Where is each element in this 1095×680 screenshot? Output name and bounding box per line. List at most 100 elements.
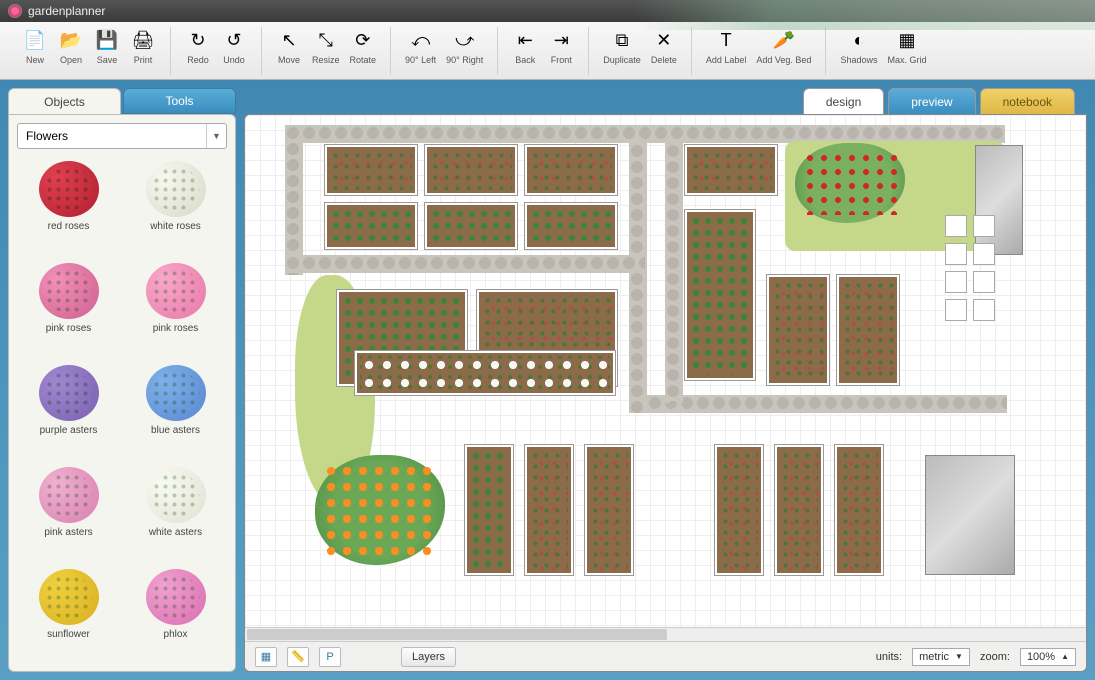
veg-bed[interactable] <box>837 275 899 385</box>
90-left-icon: ⤺ <box>409 29 433 53</box>
grid-toggle-icon[interactable]: ▦ <box>255 647 277 667</box>
rotate-button[interactable]: ⟳Rotate <box>346 27 381 67</box>
save-icon: 💾 <box>95 29 119 53</box>
new-icon: 📄 <box>23 29 47 53</box>
move-button[interactable]: ↖Move <box>272 27 306 67</box>
status-bar: ▦ 📏 P Layers units: metric▼ zoom: 100%▲ <box>245 641 1086 671</box>
ruler-icon[interactable]: 📏 <box>287 647 309 667</box>
new-button[interactable]: 📄New <box>18 27 52 67</box>
design-canvas[interactable] <box>245 115 1086 627</box>
90-left-button[interactable]: ⤺90° Left <box>401 27 440 67</box>
add-veg-bed-icon: 🥕 <box>772 29 796 53</box>
tab-tools[interactable]: Tools <box>123 88 236 114</box>
chevron-down-icon[interactable]: ▼ <box>206 124 226 148</box>
palette-item-pink-roses[interactable]: pink roses <box>124 259 227 357</box>
front-button[interactable]: ⇥Front <box>544 27 578 67</box>
bush[interactable] <box>315 455 445 565</box>
tab-objects[interactable]: Objects <box>8 88 121 114</box>
veg-bed[interactable] <box>585 445 633 575</box>
palette-item-red-roses[interactable]: red roses <box>17 157 120 255</box>
garden-path[interactable] <box>665 143 683 403</box>
undo-button[interactable]: ↺Undo <box>217 27 251 67</box>
bush[interactable] <box>795 143 905 223</box>
zoom-select[interactable]: 100%▲ <box>1020 648 1076 666</box>
delete-button[interactable]: ✕Delete <box>647 27 681 67</box>
garden-path[interactable] <box>647 395 1007 413</box>
veg-bed[interactable] <box>835 445 883 575</box>
app-logo-icon <box>8 4 22 18</box>
add-veg-bed-button[interactable]: 🥕Add Veg. Bed <box>752 27 815 67</box>
back-icon: ⇤ <box>513 29 537 53</box>
back-button[interactable]: ⇤Back <box>508 27 542 67</box>
veg-bed[interactable] <box>685 145 777 195</box>
toolbar: 📄New📂Open💾Save🖨Print ↻Redo↺Undo ↖Move⤡Re… <box>0 22 1095 80</box>
delete-icon: ✕ <box>652 29 676 53</box>
palette-item-white-roses[interactable]: white roses <box>124 157 227 255</box>
palette-item-label: blue asters <box>151 425 200 436</box>
open-button[interactable]: 📂Open <box>54 27 88 67</box>
palette-item-label: white asters <box>149 527 202 538</box>
decor-branch <box>635 0 1095 30</box>
duplicate-button[interactable]: ⧉Duplicate <box>599 27 645 67</box>
rotate-icon: ⟳ <box>351 29 375 53</box>
garden-path[interactable] <box>285 255 645 273</box>
palette-item-blue-asters[interactable]: blue asters <box>124 361 227 459</box>
parking-icon[interactable]: P <box>319 647 341 667</box>
category-select[interactable]: Flowers ▼ <box>17 123 227 149</box>
app-title: gardenplanner <box>28 4 105 18</box>
veg-bed[interactable] <box>325 145 417 195</box>
veg-bed[interactable] <box>425 203 517 249</box>
garden-border[interactable] <box>285 125 303 275</box>
veg-bed[interactable] <box>355 351 615 395</box>
save-button[interactable]: 💾Save <box>90 27 124 67</box>
resize-button[interactable]: ⤡Resize <box>308 27 344 67</box>
add-label-button[interactable]: TAdd Label <box>702 27 751 67</box>
object-palette: red roseswhite roses pink roses pink roses… <box>17 157 227 663</box>
shadows-button[interactable]: ◐Shadows <box>836 27 881 67</box>
veg-bed[interactable] <box>715 445 763 575</box>
tab-notebook[interactable]: notebook <box>980 88 1075 114</box>
shed[interactable] <box>925 455 1015 575</box>
veg-bed[interactable] <box>685 210 755 380</box>
palette-item-pink-roses[interactable]: pink roses <box>17 259 120 357</box>
units-select[interactable]: metric▼ <box>912 648 970 666</box>
veg-bed[interactable] <box>525 145 617 195</box>
tab-design[interactable]: design <box>803 88 884 114</box>
canvas-panel: ▦ 📏 P Layers units: metric▼ zoom: 100%▲ <box>244 114 1087 672</box>
max-grid-button[interactable]: ▦Max. Grid <box>883 27 930 67</box>
veg-bed[interactable] <box>325 203 417 249</box>
palette-item-label: pink asters <box>44 527 92 538</box>
open-icon: 📂 <box>59 29 83 53</box>
units-label: units: <box>876 651 902 663</box>
horizontal-scrollbar[interactable] <box>245 627 1086 641</box>
redo-button[interactable]: ↻Redo <box>181 27 215 67</box>
garden-path[interactable] <box>629 143 647 413</box>
undo-icon: ↺ <box>222 29 246 53</box>
veg-bed[interactable] <box>425 145 517 195</box>
veg-bed[interactable] <box>775 445 823 575</box>
palette-item-phlox[interactable]: phlox <box>124 565 227 663</box>
paving-slabs[interactable] <box>945 215 995 321</box>
print-button[interactable]: 🖨Print <box>126 27 160 67</box>
veg-bed[interactable] <box>525 203 617 249</box>
shadows-icon: ◐ <box>847 29 871 53</box>
veg-bed[interactable] <box>525 445 573 575</box>
palette-item-label: sunflower <box>47 629 90 640</box>
palette-item-label: purple asters <box>40 425 98 436</box>
palette-item-pink-asters[interactable]: pink asters <box>17 463 120 561</box>
tab-preview[interactable]: preview <box>888 88 975 114</box>
palette-item-sunflower[interactable]: sunflower <box>17 565 120 663</box>
duplicate-icon: ⧉ <box>610 29 634 53</box>
max-grid-icon: ▦ <box>895 29 919 53</box>
add-label-icon: T <box>714 29 738 53</box>
palette-item-purple-asters[interactable]: purple asters <box>17 361 120 459</box>
palette-item-label: pink roses <box>46 323 92 334</box>
palette-item-label: pink roses <box>153 323 199 334</box>
palette-item-white-asters[interactable]: white asters <box>124 463 227 561</box>
move-icon: ↖ <box>277 29 301 53</box>
layers-button[interactable]: Layers <box>401 647 456 667</box>
90-right-button[interactable]: ⤻90° Right <box>442 27 487 67</box>
sidebar: Objects Tools Flowers ▼ red roseswhite r… <box>8 88 236 672</box>
veg-bed[interactable] <box>767 275 829 385</box>
veg-bed[interactable] <box>465 445 513 575</box>
